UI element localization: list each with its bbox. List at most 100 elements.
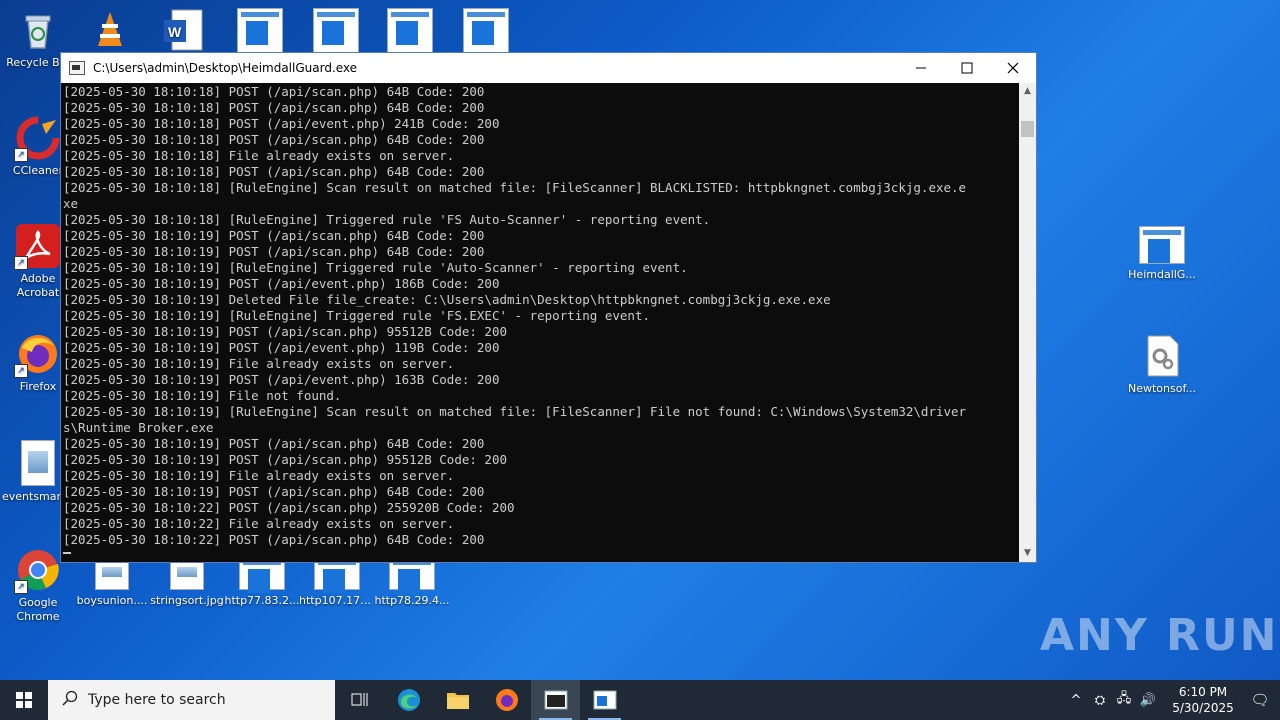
vlc-icon	[88, 8, 132, 52]
taskbar-file-explorer-button[interactable]	[433, 680, 482, 720]
console-line: s\Runtime Broker.exe	[63, 420, 214, 435]
desktop-icon-stringsort[interactable]: stringsort.jpg	[149, 556, 225, 608]
desktop-icon-heimdallguard[interactable]: HeimdallG...	[1124, 226, 1200, 282]
desktop-icon-label: Newtonsof...	[1127, 382, 1197, 395]
console-line: [2025-05-30 18:10:19] File already exist…	[63, 468, 455, 483]
firefox-icon	[495, 689, 518, 711]
console-line: [2025-05-30 18:10:19] Deleted File file_…	[63, 292, 831, 307]
close-icon	[1007, 62, 1019, 74]
word-document-icon: W	[162, 8, 206, 52]
console-line: [2025-05-30 18:10:19] File already exist…	[63, 356, 455, 371]
shortcut-arrow-icon: ↗	[14, 148, 28, 162]
recycle-bin-icon	[16, 8, 60, 52]
taskbar-heimdallguard-console-button[interactable]	[531, 680, 580, 720]
console-line: [2025-05-30 18:10:18] [RuleEngine] Scan …	[63, 180, 967, 195]
desktop-icon-exe-4[interactable]	[448, 8, 524, 58]
desktop-icon-boysunion[interactable]: boysunion....	[74, 556, 150, 608]
executable-file-icon	[1139, 226, 1185, 264]
search-placeholder: Type here to search	[88, 692, 226, 708]
search-icon	[62, 690, 78, 710]
console-line: [2025-05-30 18:10:18] [RuleEngine] Trigg…	[63, 212, 711, 227]
adobe-acrobat-icon: ↗	[14, 224, 60, 270]
desktop-icon-label: stringsort.jpg	[150, 594, 224, 607]
image-file-icon	[21, 440, 55, 486]
desktop-icon-label: http77.83.2...	[224, 594, 300, 607]
notifications-icon[interactable]: 🗨	[1240, 691, 1280, 709]
scroll-down-arrow-icon[interactable]: ▼	[1019, 545, 1036, 562]
taskbar-edge-button[interactable]	[384, 680, 433, 720]
ccleaner-icon: ↗	[14, 116, 60, 162]
console-output[interactable]: [2025-05-30 18:10:18] POST (/api/scan.ph…	[61, 83, 1019, 562]
console-line: [2025-05-30 18:10:19] POST (/api/scan.ph…	[63, 452, 508, 467]
desktop-icon-exe-3[interactable]	[372, 8, 448, 58]
desktop-icon-exe-2[interactable]	[298, 8, 374, 58]
tray-app-icon[interactable]: ⛭	[1088, 693, 1112, 708]
close-button[interactable]	[990, 53, 1036, 83]
task-view-icon	[351, 693, 367, 706]
console-line: [2025-05-30 18:10:19] POST (/api/scan.ph…	[63, 324, 508, 339]
console-window[interactable]: C:\Users\admin\Desktop\HeimdallGuard.exe…	[60, 52, 1037, 563]
desktop-icon-http77[interactable]: http77.83.2...	[224, 556, 300, 608]
shortcut-arrow-icon: ↗	[14, 256, 28, 270]
clock-time: 6:10 PM	[1178, 685, 1228, 699]
window-title: C:\Users\admin\Desktop\HeimdallGuard.exe	[93, 61, 358, 75]
desktop-icon-http78[interactable]: http78.29.4...	[374, 556, 450, 608]
tray-overflow-chevron-icon[interactable]: ^	[1064, 693, 1088, 708]
scroll-up-arrow-icon[interactable]: ▲	[1019, 83, 1036, 100]
shortcut-arrow-icon: ↗	[14, 580, 28, 594]
console-line: [2025-05-30 18:10:19] [RuleEngine] Trigg…	[63, 308, 650, 323]
console-line: xe	[63, 196, 79, 211]
console-line: [2025-05-30 18:10:22] File already exist…	[63, 516, 455, 531]
svg-text:W: W	[168, 24, 182, 40]
console-line: [2025-05-30 18:10:19] POST (/api/scan.ph…	[63, 244, 485, 259]
console-line: [2025-05-30 18:10:19] [RuleEngine] Scan …	[63, 404, 967, 419]
network-icon[interactable]: 🖧	[1112, 689, 1136, 711]
application-window-icon	[593, 690, 616, 710]
vertical-scrollbar[interactable]: ▲ ▼	[1019, 83, 1036, 562]
taskbar-app-window-button[interactable]	[580, 680, 629, 720]
desktop-icon-vlc[interactable]	[72, 8, 148, 56]
desktop-icon-label: http78.29.4...	[374, 594, 450, 607]
desktop-icon-exe-1[interactable]	[222, 8, 298, 58]
executable-file-shield-icon	[463, 8, 509, 54]
console-line: [2025-05-30 18:10:19] [RuleEngine] Trigg…	[63, 260, 688, 275]
settings-file-icon	[1140, 334, 1184, 378]
window-titlebar[interactable]: C:\Users\admin\Desktop\HeimdallGuard.exe	[61, 53, 1036, 83]
firefox-icon: ↗	[14, 332, 60, 378]
console-line: [2025-05-30 18:10:18] POST (/api/event.p…	[63, 116, 500, 131]
system-tray: ^ ⛭ 🖧 🔊 6:10 PM 5/30/2025 🗨	[1064, 680, 1280, 720]
desktop-icon-http107[interactable]: http107.175...	[299, 556, 375, 608]
task-view-button[interactable]	[335, 680, 384, 720]
console-line: [2025-05-30 18:10:18] POST (/api/scan.ph…	[63, 164, 485, 179]
console-line: [2025-05-30 18:10:22] POST (/api/scan.ph…	[63, 532, 485, 547]
desktop-icon-label: Google Chrome	[16, 596, 60, 623]
maximize-icon	[961, 62, 973, 74]
desktop-icon-newtonsoft[interactable]: Newtonsof...	[1124, 334, 1200, 396]
console-app-icon	[69, 61, 85, 75]
desktop-icon-label: HeimdallG...	[1128, 268, 1196, 281]
console-line: [2025-05-30 18:10:18] File already exist…	[63, 148, 455, 163]
taskbar-clock[interactable]: 6:10 PM 5/30/2025	[1166, 684, 1240, 716]
console-line: [2025-05-30 18:10:18] POST (/api/scan.ph…	[63, 84, 485, 99]
chrome-icon: ↗	[14, 548, 60, 594]
console-line: [2025-05-30 18:10:18] POST (/api/scan.ph…	[63, 132, 485, 147]
start-button[interactable]	[0, 680, 48, 720]
taskbar-firefox-button[interactable]	[482, 680, 531, 720]
edge-icon	[397, 689, 420, 711]
desktop-icon-label: http107.175...	[299, 594, 375, 607]
desktop-icon-label: boysunion....	[76, 594, 148, 607]
executable-file-icon	[387, 8, 433, 54]
minimize-icon	[916, 67, 926, 69]
minimize-button[interactable]	[898, 53, 944, 83]
desktop-icon-word[interactable]: W	[146, 8, 222, 56]
taskbar: Type here to search ^ ⛭ 🖧 🔊 6:10 PM 5/30…	[0, 680, 1280, 720]
volume-icon[interactable]: 🔊	[1136, 693, 1160, 708]
console-line: [2025-05-30 18:10:18] POST (/api/scan.ph…	[63, 100, 485, 115]
text-cursor	[63, 552, 71, 554]
scrollbar-thumb[interactable]	[1021, 121, 1034, 137]
taskbar-search-box[interactable]: Type here to search	[48, 680, 335, 720]
executable-file-icon	[237, 8, 283, 54]
maximize-button[interactable]	[944, 53, 990, 83]
console-line: [2025-05-30 18:10:19] File not found.	[63, 388, 342, 403]
console-line: [2025-05-30 18:10:19] POST (/api/scan.ph…	[63, 436, 485, 451]
